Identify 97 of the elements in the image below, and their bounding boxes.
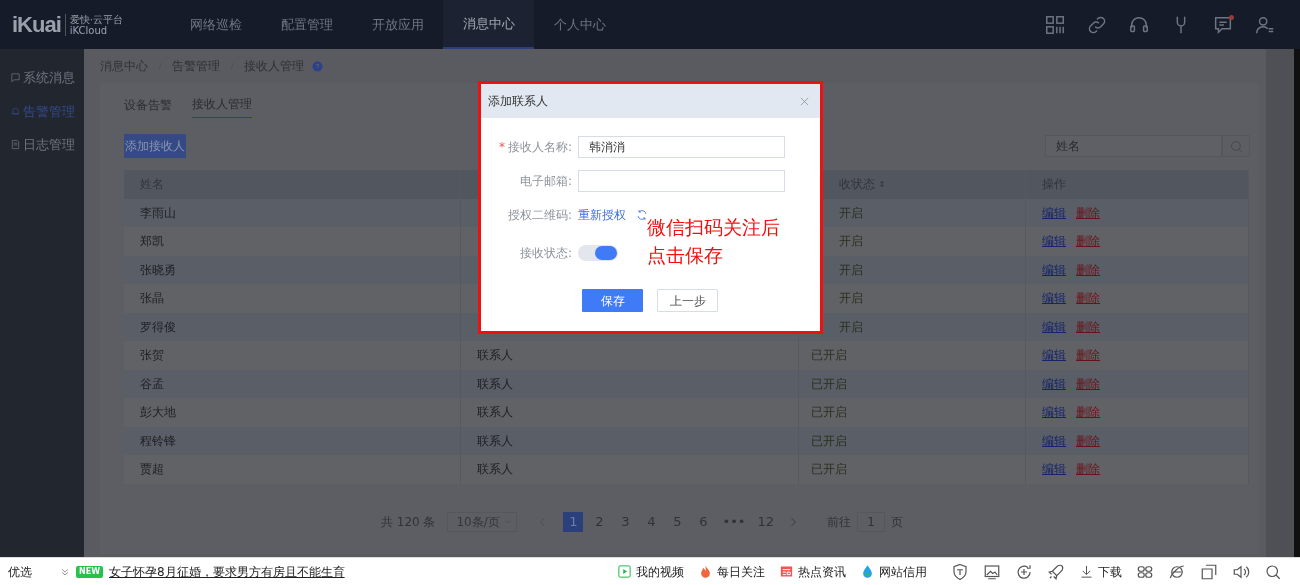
logo-subtitle: 爱快·云平台 [69,13,123,25]
table-cell: 联系人 [460,341,799,370]
edit-link[interactable]: 编辑 [1042,405,1067,420]
edit-link[interactable]: 编辑 [1042,205,1067,220]
delete-link[interactable]: 删除 [1076,319,1101,334]
flame-icon [698,564,713,579]
required-icon: * [498,140,505,154]
doc-icon [10,139,21,151]
toolbar-item[interactable]: 下载 [1079,562,1122,581]
delete-link[interactable]: 删除 [1076,462,1101,477]
nav-tab[interactable]: 消息中心 [443,0,534,49]
message-icon [10,72,21,84]
input-field[interactable]: 韩消消 [578,136,785,158]
news-icon [779,564,794,579]
shield-icon[interactable] [951,562,969,581]
status-cell: 已开启 [798,398,1026,427]
field-label: 接收人名称: [507,140,572,154]
delete-link[interactable]: 删除 [1076,205,1101,220]
field-label: 电子邮箱: [518,173,573,190]
table-cell: 联系人 [460,455,799,484]
delete-link[interactable]: 删除 [1076,405,1101,420]
delete-link[interactable]: 删除 [1076,433,1101,448]
table-cell: 联系人 [460,369,799,398]
table-cell: 谷孟 [124,369,461,398]
nav-tab[interactable]: 网络巡检 [170,0,261,49]
table-cell: 贾超 [124,455,461,484]
dialog-title: 添加联系人 [488,93,548,110]
input-field[interactable] [578,170,785,192]
bar-text: 优选 [8,563,32,581]
drop-icon [860,564,875,579]
edit-link[interactable]: 编辑 [1042,462,1067,477]
annotation-text: 点击保存 [647,243,724,268]
toolbar-item[interactable]: 热点资讯 [779,562,846,581]
window-icon[interactable] [1200,562,1218,581]
logo: iKuai [12,11,61,38]
table-cell: 张晶 [124,284,461,313]
browser-icon[interactable] [1168,562,1186,581]
nav-tab[interactable]: 开放应用 [352,0,443,49]
reauthorize-link[interactable]: 重新授权 [578,206,626,224]
table-cell: 联系人 [460,426,799,455]
delete-link[interactable]: 删除 [1076,376,1101,391]
bell-icon [10,105,21,117]
play-icon [617,564,632,579]
add-button[interactable]: 添加接收人 [124,134,186,158]
refresh-icon[interactable] [636,209,648,221]
toolbar-item[interactable]: 网站信用 [860,562,927,581]
edit-link[interactable]: 编辑 [1042,319,1067,334]
news-link[interactable]: 女子怀孕8月征婚，要求男方有房且不能生育 [109,562,345,581]
status-cell: 已开启 [798,426,1026,455]
search-icon[interactable] [1264,562,1282,581]
logo-caption: iKCloud [69,24,109,36]
chevron-down-icon[interactable] [60,566,70,577]
status-cell: 已开启 [798,341,1026,370]
grid-icon[interactable] [1044,13,1066,36]
page-number[interactable]: ••• [719,511,749,532]
sidebar-item[interactable]: 系统消息 [0,61,84,95]
table-cell: 罗得俊 [124,312,461,341]
refresh-icon[interactable] [1015,562,1033,581]
sidebar-item[interactable]: 告警管理 [0,94,84,128]
delete-link[interactable]: 删除 [1076,234,1101,249]
edit-link[interactable]: 编辑 [1042,291,1067,306]
delete-link[interactable]: 删除 [1076,348,1101,363]
toolbar-item[interactable]: 每日关注 [698,562,765,581]
edit-link[interactable]: 编辑 [1042,376,1067,391]
edit-link[interactable]: 编辑 [1042,262,1067,277]
delete-link[interactable]: 删除 [1076,291,1101,306]
status-cell: 已开启 [798,455,1026,484]
table-cell: 彭大地 [124,398,461,427]
edit-link[interactable]: 编辑 [1042,433,1067,448]
download-icon [1079,564,1094,579]
nav-tab[interactable]: 配置管理 [261,0,352,49]
toolbar-item[interactable]: 我的视频 [617,562,684,581]
scrollbar[interactable] [1266,49,1300,557]
table-cell: 张贺 [124,341,461,370]
toggle-switch[interactable] [578,245,618,261]
annotation-text: 微信扫码关注后 [647,215,780,240]
close-icon [799,95,810,107]
page-number[interactable]: 1 [563,511,584,532]
edit-link[interactable]: 编辑 [1042,234,1067,249]
table-cell: 联系人 [460,398,799,427]
nav-tab[interactable]: 个人中心 [534,0,625,49]
table-cell: 张晓勇 [124,255,461,284]
rocket-icon[interactable] [1047,562,1065,581]
sidebar-item[interactable]: 日志管理 [0,128,84,162]
image-icon[interactable] [983,562,1001,581]
delete-link[interactable]: 删除 [1076,262,1101,277]
close-button[interactable] [799,95,810,107]
new-badge: NEW [76,565,103,578]
status-cell: 已开启 [798,369,1026,398]
save-button[interactable]: 保存 [582,289,643,312]
back-button[interactable]: 上一步 [657,289,718,312]
field-label: 接收状态: [518,245,573,262]
table-cell: 李雨山 [124,198,461,227]
field-label: 授权二维码: [506,207,573,224]
edit-link[interactable]: 编辑 [1042,348,1067,363]
table-cell: 程铃锋 [124,426,461,455]
table-cell: 郑凯 [124,227,461,256]
